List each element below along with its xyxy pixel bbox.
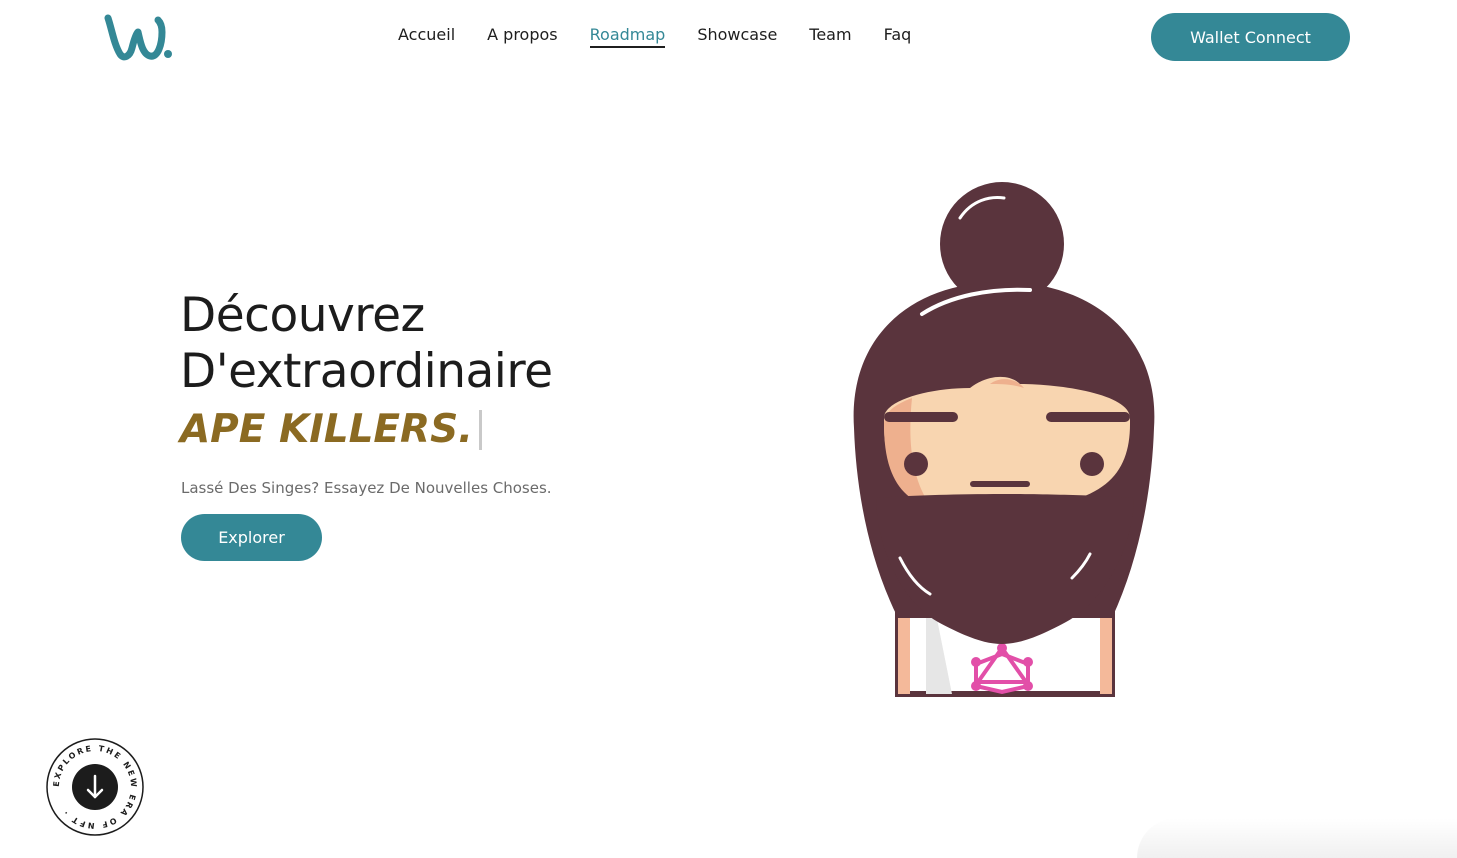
typing-caret bbox=[479, 410, 482, 450]
hero-title: Découvrez D'extraordinaire bbox=[180, 288, 553, 400]
explore-button[interactable]: Explorer bbox=[181, 514, 322, 561]
wallet-connect-button[interactable]: Wallet Connect bbox=[1151, 13, 1350, 61]
nav-faq[interactable]: Faq bbox=[884, 24, 912, 48]
logo[interactable] bbox=[104, 10, 174, 62]
scroll-badge[interactable]: EXPLORE THE NEW ERA OF NFT · bbox=[45, 737, 145, 837]
nav-a-propos[interactable]: A propos bbox=[487, 24, 557, 48]
hero-subtitle: Lassé Des Singes? Essayez De Nouvelles C… bbox=[181, 479, 552, 497]
nav-team[interactable]: Team bbox=[809, 24, 851, 48]
character-illustration bbox=[853, 182, 1155, 697]
main-nav: Accueil A propos Roadmap Showcase Team F… bbox=[398, 24, 943, 48]
accent-typed-text: APE KILLERS. bbox=[180, 407, 473, 452]
nav-accueil[interactable]: Accueil bbox=[398, 24, 455, 48]
hero-title-line2: D'extraordinaire bbox=[180, 344, 553, 399]
nav-roadmap[interactable]: Roadmap bbox=[589, 24, 666, 48]
corner-shadow bbox=[1137, 818, 1457, 858]
nav-showcase[interactable]: Showcase bbox=[697, 24, 777, 48]
hero-title-line1: Découvrez bbox=[180, 288, 425, 343]
hero-accent-text: APE KILLERS. bbox=[180, 402, 482, 458]
